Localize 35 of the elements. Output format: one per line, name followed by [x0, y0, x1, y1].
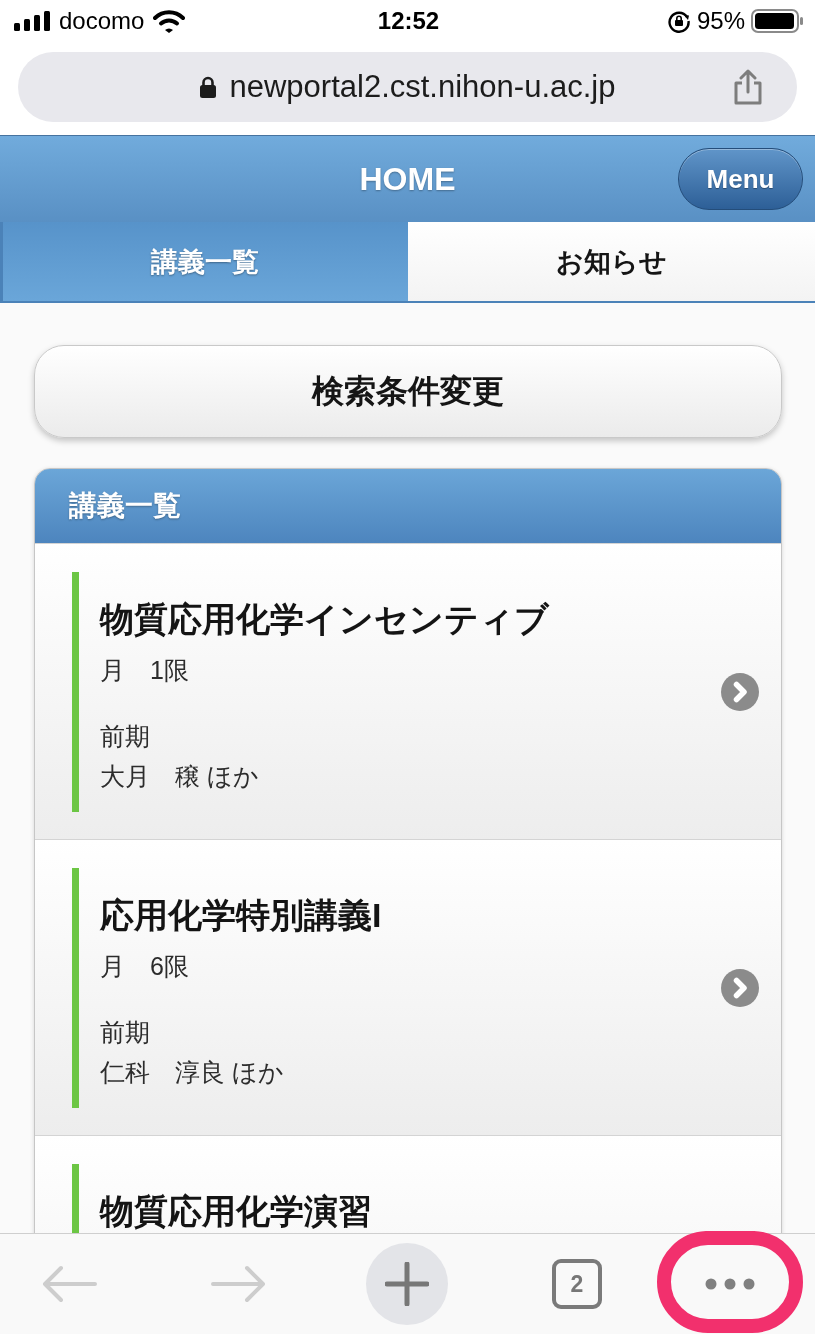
url-text: newportal2.cst.nihon-u.ac.jp	[229, 69, 616, 105]
menu-button[interactable]: Menu	[678, 148, 803, 210]
page-title: HOME	[359, 160, 456, 198]
lecture-title: 物質応用化学インセンティブ	[100, 599, 551, 639]
battery-percent: 95%	[696, 7, 745, 35]
lecture-term: 前期	[100, 1017, 151, 1047]
lecture-item[interactable]: 物質応用化学インセンティブ 月 1限 前期 大月 穣 ほか	[35, 543, 781, 839]
more-icon	[705, 1278, 755, 1290]
address-bar[interactable]: newportal2.cst.nihon-u.ac.jp	[18, 52, 797, 122]
forward-arrow-icon	[209, 1264, 267, 1304]
battery-icon	[751, 9, 803, 33]
lecture-title: 応用化学特別講義I	[100, 895, 383, 935]
signal-icon	[14, 11, 50, 31]
tab[interactable]: お知らせ	[407, 222, 815, 301]
search-conditions-button[interactable]: 検索条件変更	[34, 345, 782, 438]
carrier-name: docomo	[59, 7, 145, 35]
plus-icon	[385, 1262, 429, 1306]
tab-count-button[interactable]: 2	[552, 1259, 602, 1309]
lecture-schedule: 月 1限	[100, 655, 190, 685]
chevron-right-icon	[721, 673, 759, 711]
lecture-title: 物質応用化学演習	[100, 1191, 373, 1231]
lecture-schedule: 月 6限	[100, 951, 190, 981]
list-header: 講義一覧	[35, 469, 781, 543]
lecture-item[interactable]: 応用化学特別講義I 月 6限 前期 仁科 淳良 ほか	[35, 839, 781, 1135]
wifi-icon	[153, 9, 186, 33]
chevron-right-icon	[721, 969, 759, 1007]
rotation-lock-icon	[666, 9, 691, 33]
back-arrow-icon	[41, 1264, 99, 1304]
lecture-item[interactable]: 物質応用化学演習	[35, 1135, 781, 1233]
share-icon	[732, 69, 764, 105]
lecture-teacher: 仁科 淳良 ほか	[100, 1057, 285, 1087]
lock-icon	[199, 75, 218, 99]
lecture-teacher: 大月 穣 ほか	[100, 761, 260, 791]
lecture-term: 前期	[100, 721, 151, 751]
clock-time: 12:52	[377, 7, 440, 35]
